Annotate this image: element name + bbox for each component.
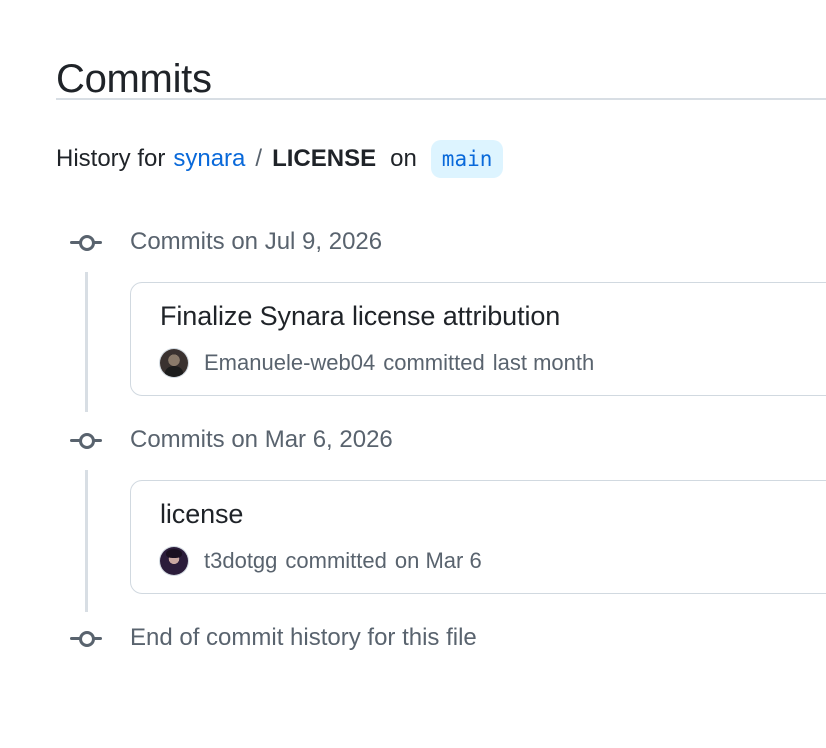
commit-group-header: Commits on Jul 9, 2026 (56, 222, 382, 262)
avatar[interactable] (160, 349, 188, 377)
file-name: LICENSE (272, 145, 377, 172)
timeline-rail (85, 272, 88, 412)
git-commit-icon (70, 232, 106, 252)
commit-time: on Mar 6 (394, 548, 482, 573)
end-of-history: End of commit history for this file (56, 618, 477, 658)
history-prefix: History for (56, 145, 166, 172)
commit-action: committed (383, 350, 485, 375)
commit-card: Finalize Synara license attribution Eman… (130, 282, 826, 396)
commit-meta: Emanuele-web04 committed last month (160, 349, 594, 377)
commit-action: committed (285, 548, 387, 573)
timeline-rail (85, 470, 88, 612)
on-label: on (390, 145, 417, 172)
repo-link[interactable]: synara (173, 145, 245, 173)
branch-badge[interactable]: main (430, 140, 504, 178)
page-title: Commits (56, 56, 212, 101)
path-separator: / (255, 145, 263, 172)
end-of-history-label: End of commit history for this file (130, 624, 477, 651)
git-commit-icon (70, 430, 106, 450)
title-divider (56, 98, 826, 100)
git-commit-icon (70, 628, 106, 648)
commit-time: last month (492, 350, 595, 375)
avatar[interactable] (160, 547, 188, 575)
commit-meta: t3dotgg committed on Mar 6 (160, 547, 482, 575)
commit-message-link[interactable]: license (160, 499, 243, 530)
commit-author[interactable]: Emanuele-web04 (204, 350, 375, 376)
commit-group-header: Commits on Mar 6, 2026 (56, 420, 393, 460)
commit-message-link[interactable]: Finalize Synara license attribution (160, 301, 560, 332)
history-breadcrumb: History for synara / LICENSE on main (56, 140, 504, 178)
commit-group-date: Commits on Mar 6, 2026 (130, 426, 393, 453)
commit-author[interactable]: t3dotgg (204, 548, 277, 574)
commit-group-date: Commits on Jul 9, 2026 (130, 228, 383, 255)
commit-card: license t3dotgg committed on Mar 6 (130, 480, 826, 594)
